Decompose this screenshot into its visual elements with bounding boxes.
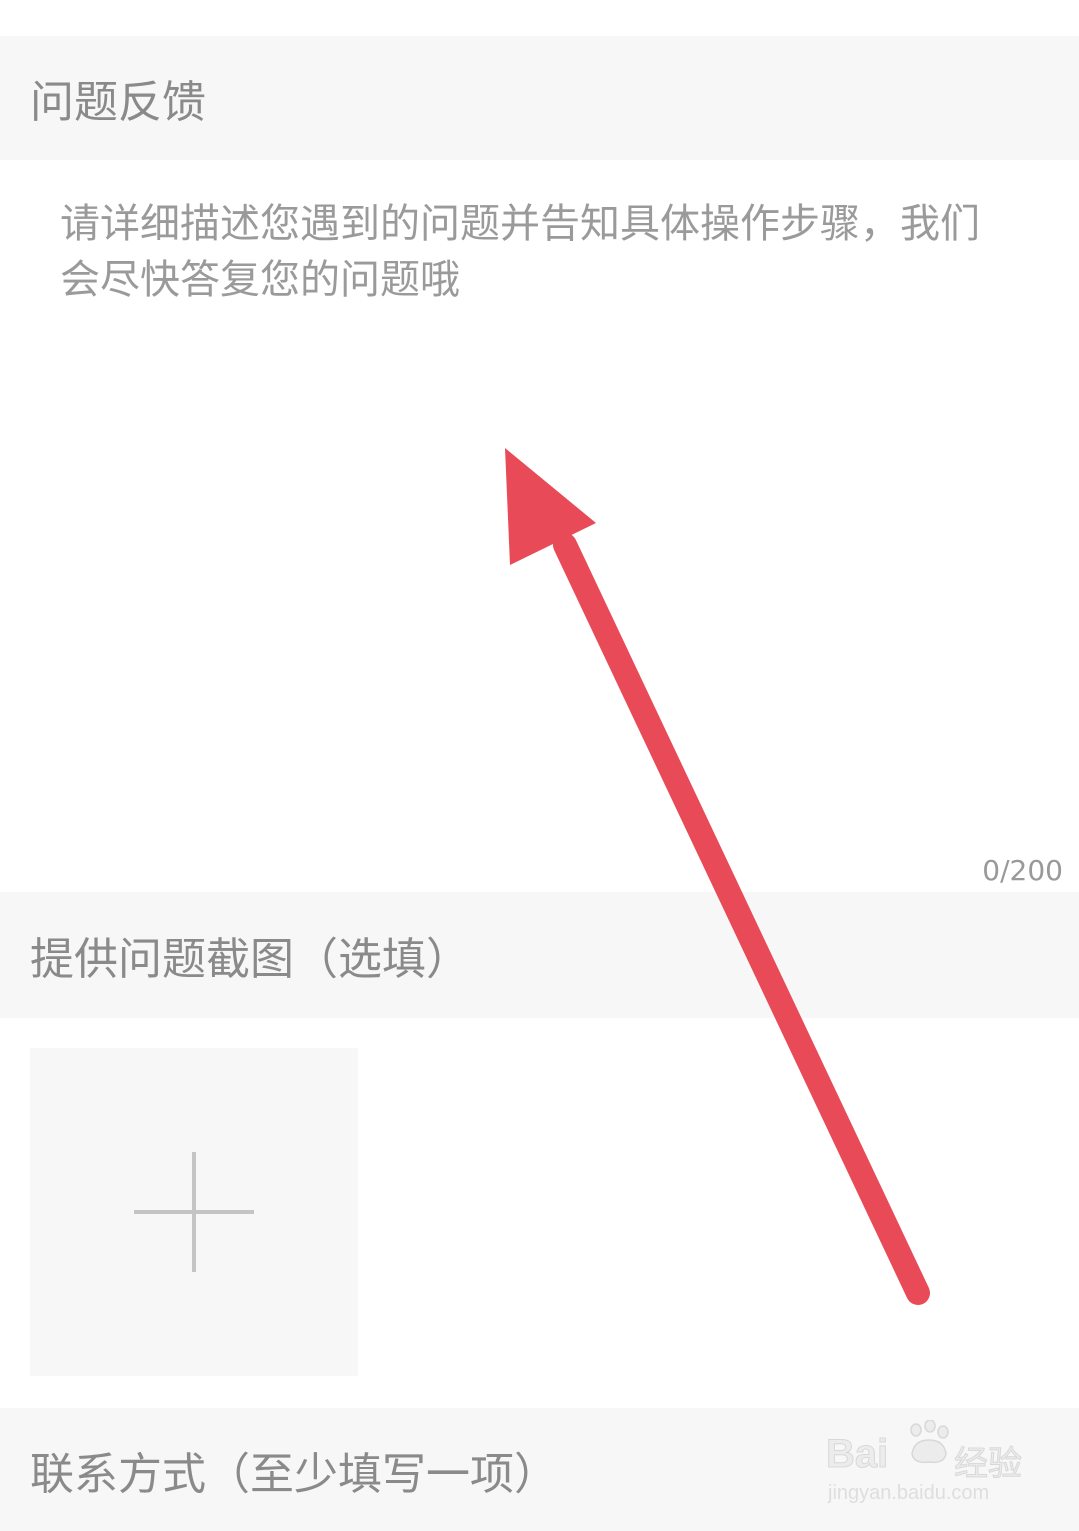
screenshot-header-label: 提供问题截图（选填） <box>30 934 470 985</box>
baidu-jingyan-watermark: Bai 经验 jingyan.baidu.com <box>825 1410 1026 1510</box>
feedback-page: 问题反馈 0/200 提供问题截图（选填） 联系方式（至少填写一项） Bai 经… <box>0 0 1079 1531</box>
character-counter: 0/200 <box>982 854 1063 887</box>
paw-icon <box>910 1420 949 1464</box>
watermark-label: 经验 <box>954 1444 1023 1485</box>
contact-header-label: 联系方式（至少填写一项） <box>30 1448 558 1500</box>
add-screenshot-button[interactable] <box>30 1048 358 1376</box>
feedback-section-header: 问题反馈 <box>0 36 1079 160</box>
watermark-brand: Bai <box>825 1432 889 1477</box>
watermark-url: jingyan.baidu.com <box>828 1482 990 1504</box>
feedback-description-input[interactable] <box>0 160 1079 892</box>
feedback-header-label: 问题反馈 <box>30 77 206 128</box>
screenshot-section-header: 提供问题截图（选填） <box>0 892 1079 1018</box>
